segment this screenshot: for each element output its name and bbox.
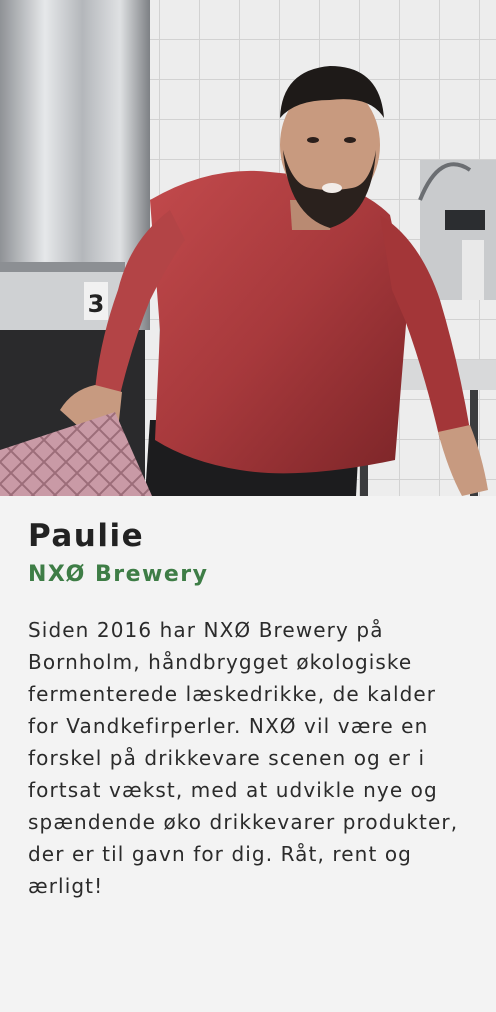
person-shirt bbox=[150, 170, 408, 474]
profile-info: Paulie NXØ Brewery Siden 2016 har NXØ Br… bbox=[0, 496, 496, 1012]
company-name: NXØ Brewery bbox=[28, 562, 209, 587]
person-name: Paulie bbox=[28, 518, 145, 554]
profile-card: 3 Paulie NXØ Brewery Siden 2016 har NXØ … bbox=[0, 0, 496, 1012]
profile-description: Siden 2016 har NXØ Brewery på Bornholm, … bbox=[28, 618, 459, 898]
tank-number: 3 bbox=[88, 290, 105, 318]
profile-photo: 3 bbox=[0, 0, 496, 496]
